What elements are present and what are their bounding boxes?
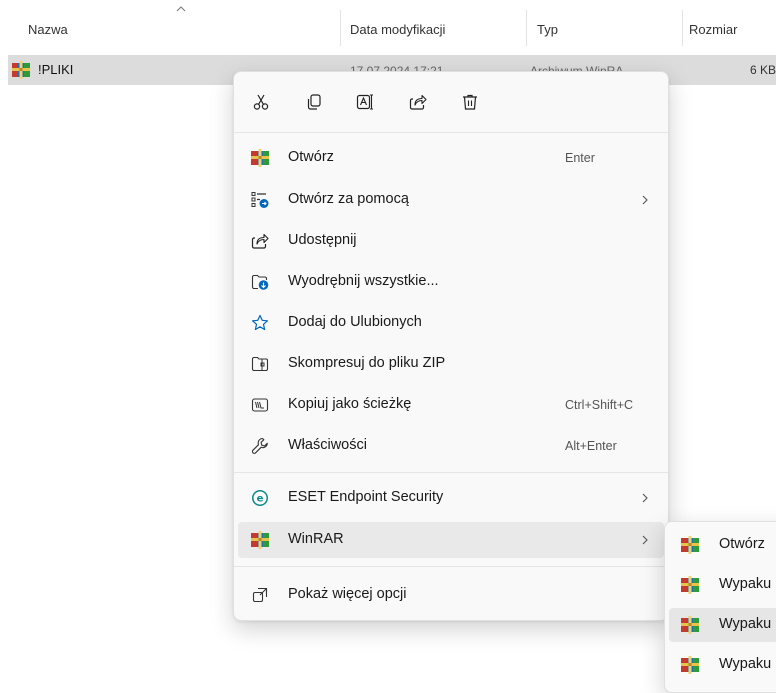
menu-item-properties[interactable]: Właściwości Alt+Enter (238, 428, 664, 464)
menu-item-label: Udostępnij (288, 232, 357, 248)
menu-item-shortcut: Alt+Enter (565, 439, 617, 453)
wrench-icon (251, 437, 268, 454)
file-size: 6 KB (749, 63, 776, 77)
submenu-item-label: Otwórz (719, 536, 765, 552)
menu-item-label: Otwórz (288, 149, 334, 165)
winrar-archive-icon (12, 61, 30, 79)
submenu-item-label: Wypaku (719, 576, 772, 592)
submenu-item-extract[interactable]: Wypaku (669, 608, 776, 642)
sort-ascending-icon[interactable] (176, 6, 186, 12)
winrar-icon (681, 656, 699, 674)
context-menu: Otwórz Enter Otwórz za pomocą Udostępnij… (233, 71, 669, 621)
submenu-item-label: Wypaku (719, 616, 772, 632)
menu-item-open-with[interactable]: Otwórz za pomocą (238, 182, 664, 218)
menu-item-copy-as-path[interactable]: Kopiuj jako ścieżkę Ctrl+Shift+C (238, 387, 664, 423)
column-modified[interactable]: Data modyfikacji (350, 22, 445, 37)
winrar-icon (681, 536, 699, 554)
submenu-item-open[interactable]: Otwórz (669, 528, 776, 562)
quick-actions-bar (234, 72, 668, 132)
submenu-item-extract[interactable]: Wypaku (669, 568, 776, 602)
rename-button[interactable] (351, 88, 379, 116)
share-button[interactable] (404, 88, 432, 116)
winrar-icon (251, 531, 269, 549)
chevron-right-icon (642, 195, 648, 205)
menu-item-label: Wyodrębnij wszystkie... (288, 273, 439, 289)
zip-folder-icon (251, 356, 269, 372)
menu-item-shortcut: Ctrl+Shift+C (565, 398, 634, 412)
copy-path-icon (251, 398, 269, 412)
eset-icon: e (252, 490, 268, 506)
open-with-icon (251, 192, 269, 208)
menu-item-label: Dodaj do Ulubionych (288, 314, 422, 330)
chevron-right-icon (642, 493, 648, 503)
column-size[interactable]: Rozmiar (689, 22, 737, 37)
menu-item-extract-all[interactable]: Wyodrębnij wszystkie... (238, 264, 664, 300)
menu-item-winrar[interactable]: WinRAR (238, 522, 664, 558)
winrar-icon (251, 149, 269, 167)
more-options-icon (252, 587, 268, 603)
share-icon (251, 233, 269, 249)
cut-button[interactable] (247, 88, 275, 116)
star-icon (252, 314, 268, 331)
extract-icon (251, 274, 269, 290)
menu-item-label: Pokaż więcej opcji (288, 586, 407, 602)
winrar-icon (681, 576, 699, 594)
column-name[interactable]: Nazwa (28, 22, 68, 37)
menu-item-compress-zip[interactable]: Skompresuj do pliku ZIP (238, 346, 664, 382)
column-type[interactable]: Typ (537, 22, 558, 37)
delete-button[interactable] (456, 88, 484, 116)
winrar-submenu: Otwórz Wypaku Wypaku Wypaku (664, 521, 776, 693)
column-header: Nazwa Data modyfikacji Typ Rozmiar (0, 0, 776, 56)
menu-divider (234, 566, 668, 567)
menu-item-add-favorites[interactable]: Dodaj do Ulubionych (238, 305, 664, 341)
chevron-right-icon (642, 535, 648, 545)
submenu-item-extract[interactable]: Wypaku (669, 648, 776, 682)
menu-item-label: Kopiuj jako ścieżkę (288, 396, 412, 412)
trash-icon (463, 94, 477, 110)
menu-item-label: ESET Endpoint Security (288, 489, 444, 505)
menu-item-shortcut: Enter (565, 151, 595, 165)
column-divider[interactable] (526, 10, 527, 46)
menu-item-label: Skompresuj do pliku ZIP (288, 355, 446, 371)
rename-icon (356, 94, 373, 110)
menu-item-label: WinRAR (288, 531, 344, 547)
scissors-icon (253, 94, 269, 110)
winrar-icon (681, 616, 699, 634)
column-divider[interactable] (682, 10, 683, 46)
menu-item-label: Właściwości (288, 437, 367, 453)
svg-text:e: e (257, 494, 264, 505)
copy-icon (307, 94, 321, 110)
share-icon (409, 94, 427, 110)
menu-divider (234, 132, 668, 133)
menu-item-show-more-options[interactable]: Pokaż więcej opcji (238, 577, 664, 613)
menu-item-eset[interactable]: e ESET Endpoint Security (238, 480, 664, 516)
column-divider[interactable] (340, 10, 341, 46)
menu-item-label: Otwórz za pomocą (288, 191, 409, 207)
menu-item-open[interactable]: Otwórz Enter (238, 140, 664, 176)
copy-button[interactable] (300, 88, 328, 116)
file-name: !PLIKI (38, 62, 74, 77)
menu-item-share[interactable]: Udostępnij (238, 223, 664, 259)
submenu-item-label: Wypaku (719, 656, 772, 672)
menu-divider (234, 472, 668, 473)
